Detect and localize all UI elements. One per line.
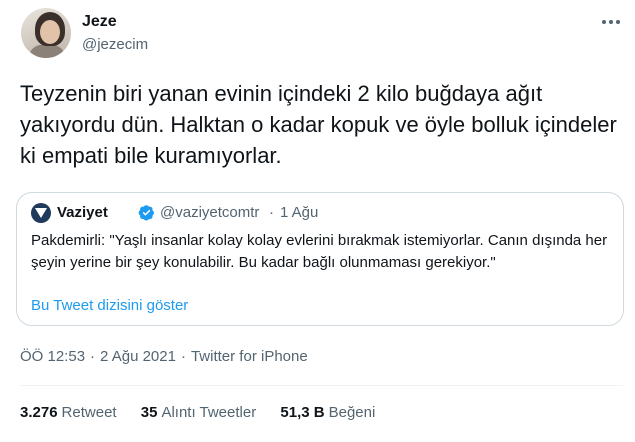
stat-label: Beğeni [328, 404, 376, 421]
stat-count: 35 [140, 404, 158, 421]
divider [20, 385, 623, 386]
more-dot [609, 20, 613, 24]
avatar-face [40, 20, 60, 44]
quote-separator: · [269, 204, 274, 221]
verified-badge-icon [138, 205, 154, 221]
stat-label: Alıntı Tweetler [161, 404, 257, 421]
quote-author-handle[interactable]: @vaziyetcomtr [160, 203, 259, 223]
stat-count: 3.276 [20, 404, 58, 421]
more-dot [602, 20, 606, 24]
tweet-text: Teyzenin biri yanan evinin içindeki 2 ki… [20, 81, 617, 168]
quote-text: Pakdemirli: "Yaşlı insanlar kolay kolay … [31, 232, 608, 271]
vaziyet-logo-icon [35, 208, 47, 218]
tweet-date[interactable]: 2 Ağu 2021 [100, 348, 176, 365]
show-thread-link[interactable]: Bu Tweet dizisini göster [31, 296, 188, 316]
stat-count: 51,3 B [280, 404, 325, 421]
stat-label: Retweet [61, 404, 117, 421]
tweet-source[interactable]: Twitter for iPhone [191, 348, 308, 365]
meta-separator: · [180, 348, 186, 365]
quote-timestamp[interactable]: 1 Ağu [280, 203, 318, 223]
more-dot [616, 20, 620, 24]
more-icon[interactable] [599, 12, 623, 32]
author-name[interactable]: Jeze [82, 12, 117, 32]
quote-avatar[interactable] [31, 203, 51, 223]
meta-separator: · [90, 348, 96, 365]
quote-tweets-count[interactable]: 35 Alıntı Tweetler [141, 403, 256, 423]
tweet-time[interactable]: ÖÖ 12:53 [20, 348, 85, 365]
retweet-count[interactable]: 3.276 Retweet [20, 403, 117, 423]
quoted-tweet-card[interactable]: Vaziyet @vaziyetcomtr · 1 Ağu Pakdemirli… [16, 192, 624, 326]
author-avatar[interactable] [21, 8, 71, 58]
quote-author-name[interactable]: Vaziyet [57, 203, 108, 223]
likes-count[interactable]: 51,3 B Beğeni [280, 403, 375, 423]
tweet-metadata: ÖÖ 12:53 · 2 Ağu 2021 · Twitter for iPhone [20, 347, 308, 367]
author-handle[interactable]: @jezecim [82, 35, 148, 55]
tweet-stats: 3.276 Retweet 35 Alıntı Tweetler 51,3 B Beğ… [20, 403, 395, 423]
avatar-shoulders [30, 44, 64, 58]
